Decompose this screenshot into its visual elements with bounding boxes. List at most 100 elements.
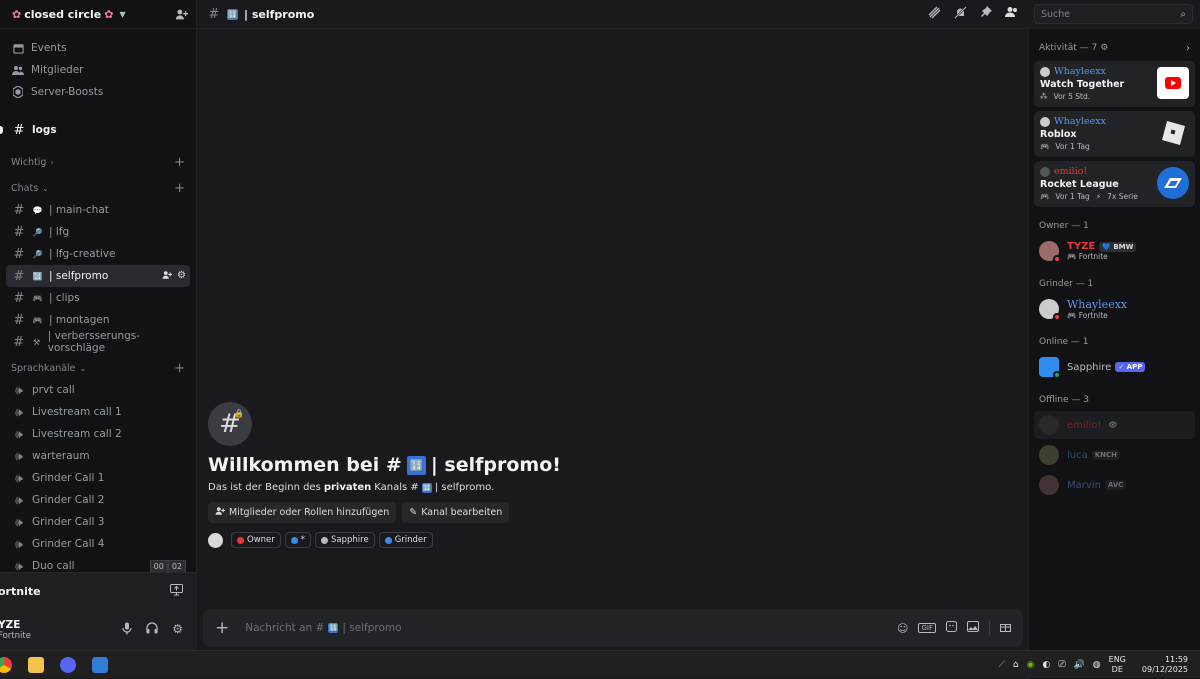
add-channel-icon[interactable]: + [174, 155, 185, 170]
gamepad-icon: 🎮 [32, 315, 43, 325]
role-chip-star[interactable]: * [284, 532, 312, 548]
channel-logs[interactable]: # logs [0, 119, 190, 141]
voice-channel[interactable]: 🕪 Grinder Call 4 [6, 533, 190, 555]
username[interactable]: YZE [0, 619, 31, 631]
voice-channel[interactable]: 🕪 warteraum [6, 445, 190, 467]
text-channel-icon: # [13, 246, 25, 262]
boost-icon [12, 86, 24, 98]
nav-members[interactable]: Mitglieder [0, 59, 196, 81]
voice-channel[interactable]: 🕪 Livestream call 1 [6, 401, 190, 423]
guild-tag: 💙 BMW [1099, 241, 1137, 252]
network-icon[interactable]: ⎚ [1058, 660, 1065, 670]
text-channel-icon: # [13, 312, 25, 328]
voice-channel[interactable]: 🕪 prvt call [6, 379, 190, 401]
invite-icon[interactable] [174, 7, 188, 21]
gif-icon[interactable]: GIF [918, 623, 936, 633]
discord-icon[interactable] [60, 656, 76, 673]
member-item[interactable]: emilio! 👁 [1034, 411, 1195, 439]
sticker-icon[interactable] [946, 621, 957, 635]
channel-selfpromo[interactable]: # 🔢 | selfpromo ⚙ [6, 265, 190, 287]
gear-icon[interactable]: ⚙ [1100, 43, 1108, 53]
activity-card[interactable]: Whayleexx Watch Together ⁂ Vor 5 Std. [1034, 61, 1195, 107]
add-members-roles-button[interactable]: Mitglieder oder Rollen hinzufügen [208, 502, 397, 523]
channel-lfg-creative[interactable]: # 🔎 | lfg-creative [6, 243, 190, 265]
flower-icon: ✿ [12, 7, 22, 21]
pen-icon[interactable]: ⟋ [999, 660, 1005, 670]
member-item[interactable]: Marvin AVC [1034, 471, 1195, 499]
chrome-icon[interactable] [0, 656, 12, 673]
role-chip-owner[interactable]: Owner [231, 532, 281, 548]
fortnite-icon[interactable] [92, 656, 108, 673]
tray-app-icon[interactable]: ⌂ [1013, 660, 1019, 670]
numbers-icon: 🔢 [421, 482, 432, 493]
server-name[interactable]: ✿ closed circle ✿ ▼ [12, 8, 126, 21]
channel-header: # 🔢 | selfpromo [197, 0, 1028, 29]
numbers-icon: 🔢 [406, 455, 426, 475]
member-item[interactable]: Whayleexx 🎮 Fortnite [1034, 295, 1195, 323]
activity-card[interactable]: emilio! Rocket League 🎮 Vor 1 Tag ⚡ 7x Seri… [1034, 161, 1195, 207]
gamepad-icon: 🎮 [1067, 252, 1077, 261]
folder-icon[interactable] [28, 656, 44, 673]
roblox-icon [1157, 117, 1189, 149]
channel-clips[interactable]: # 🎮 | clips [6, 287, 190, 309]
speaker-icon: 🕪 [15, 426, 23, 441]
channel-main-chat[interactable]: # 💬 | main-chat [6, 199, 190, 221]
nvidia-icon[interactable]: ◉ [1027, 660, 1035, 670]
activity-card[interactable]: Whayleexx Roblox 🎮 Vor 1 Tag [1034, 111, 1195, 157]
avatar [1040, 116, 1050, 127]
message-input[interactable]: Nachricht an # 🔢 | selfpromo [245, 622, 401, 634]
edit-channel-button[interactable]: ✎ Kanal bearbeiten [402, 502, 510, 523]
avatar [1040, 166, 1050, 177]
member-item[interactable]: TYZE 💙 BMW 🎮 Fortnite [1034, 237, 1195, 265]
speech-bubble-icon: 💬 [32, 205, 43, 215]
chat-area: # 🔢 | selfpromo # 🔒 Willkommen bei # 🔢 |… [197, 0, 1028, 650]
voice-channel[interactable]: 🕪 Grinder Call 3 [6, 511, 190, 533]
channel-lfg[interactable]: # 🔎 | lfg [6, 221, 190, 243]
message-composer[interactable]: + Nachricht an # 🔢 | selfpromo ☺ GIF [203, 609, 1023, 647]
add-channel-icon[interactable]: + [174, 361, 185, 376]
nav-server-boosts[interactable]: Server-Boosts [0, 81, 196, 103]
notification-muted-icon[interactable] [954, 6, 967, 22]
guild-tag: KNCH [1091, 450, 1121, 460]
server-header[interactable]: ✿ closed circle ✿ ▼ [0, 0, 196, 29]
clock[interactable]: 11:59 09/12/2025 [1142, 655, 1188, 675]
language-indicator[interactable]: ENG DE [1109, 655, 1126, 675]
user-limit-badge: 00 02 [149, 559, 186, 573]
search-input[interactable]: Suche ⌕ [1034, 4, 1193, 24]
category-important[interactable]: Wichtig › + [0, 155, 196, 170]
text-channel-icon: # [13, 334, 25, 350]
gear-icon[interactable]: ⚙ [172, 622, 183, 638]
role-chip-grinder[interactable]: Grinder [378, 532, 433, 548]
avatar[interactable] [208, 532, 223, 548]
tray-app-icon[interactable]: ◐ [1043, 660, 1051, 670]
gear-icon[interactable]: ⚙ [177, 270, 186, 283]
category-voice[interactable]: Sprachkanäle ⌄ + [0, 361, 196, 376]
members-list-icon[interactable] [1005, 6, 1018, 22]
member-item[interactable]: Sapphire ✓ APP [1034, 353, 1195, 381]
chevron-right-icon[interactable]: › [1186, 43, 1190, 54]
gift-icon[interactable] [1000, 621, 1011, 635]
threads-icon[interactable] [928, 6, 941, 22]
avatar [1039, 299, 1061, 321]
category-chats[interactable]: Chats ⌄ + [0, 181, 196, 196]
add-channel-icon[interactable]: + [174, 181, 185, 196]
volume-icon[interactable]: 🔊 [1074, 660, 1085, 670]
screen-share-icon[interactable] [170, 583, 183, 599]
nav-events[interactable]: Events [0, 37, 196, 59]
voice-channel[interactable]: 🕪 Grinder Call 2 [6, 489, 190, 511]
member-item[interactable]: luca KNCH [1034, 441, 1195, 469]
microphone-icon[interactable] [122, 622, 132, 638]
headphones-icon[interactable] [146, 621, 158, 638]
voice-channel[interactable]: 🕪 Livestream call 2 [6, 423, 190, 445]
create-invite-icon[interactable] [162, 270, 173, 283]
channel-montagen[interactable]: # 🎮 | montagen [6, 309, 190, 331]
role-chip-sapphire[interactable]: Sapphire [315, 532, 375, 548]
text-channel-icon: # [13, 202, 25, 218]
discord-tray-icon[interactable]: ◍ [1093, 660, 1101, 670]
image-icon[interactable] [967, 621, 979, 635]
channel-verbesserungs-vorschlaege[interactable]: # ⚒ | verbersserungs-vorschläge [6, 330, 190, 354]
pin-icon[interactable] [980, 6, 992, 22]
emoji-icon[interactable]: ☺ [897, 622, 908, 635]
voice-channel[interactable]: 🕪 Grinder Call 1 [6, 467, 190, 489]
add-attachment-icon[interactable]: + [215, 618, 229, 638]
